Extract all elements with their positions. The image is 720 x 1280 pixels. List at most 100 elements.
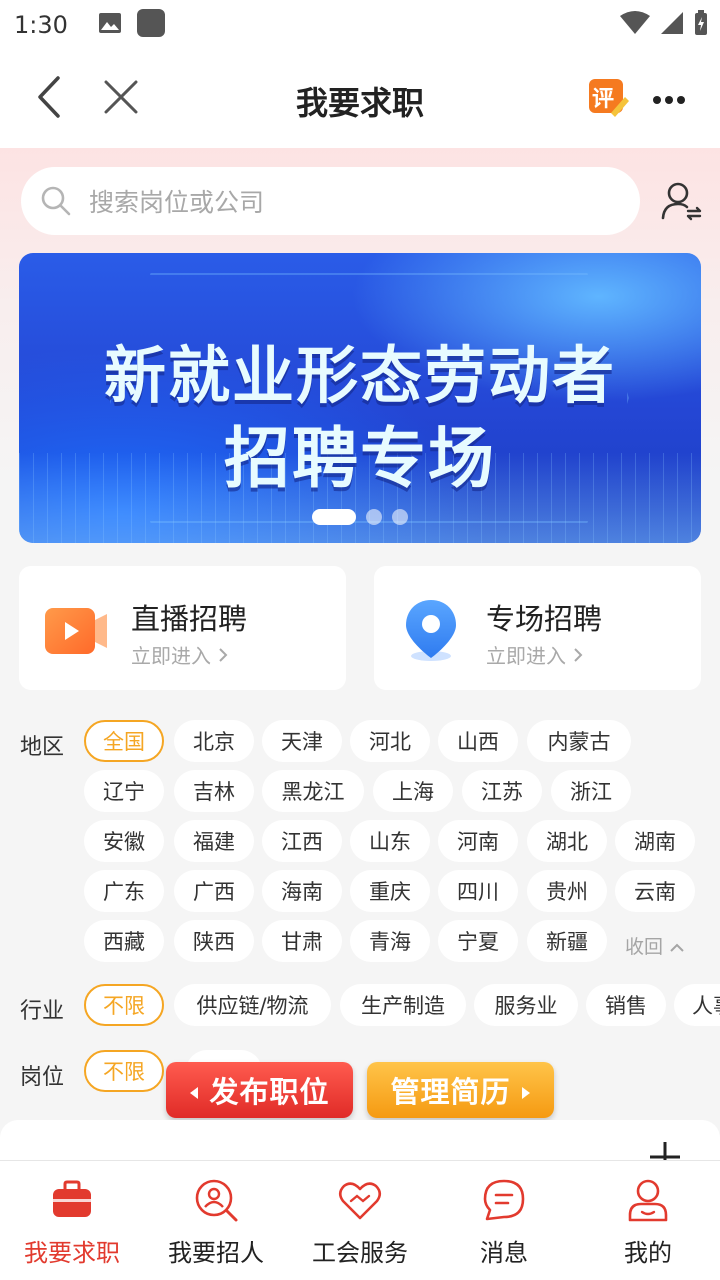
region-chip[interactable]: 上海 [373,770,453,812]
region-chip[interactable]: 湖北 [527,820,607,862]
banner-dot[interactable] [366,509,382,525]
more-dots-icon [652,90,686,109]
battery-icon [694,10,708,40]
region-chip-selected[interactable]: 全国 [84,720,164,762]
video-play-icon [43,598,109,664]
live-recruitment-title: 直播招聘 [131,602,248,636]
region-chip[interactable]: 江西 [262,820,342,862]
wifi-icon [620,11,650,39]
publish-job-label: 发布职位 [209,1075,330,1109]
industry-chip-selected[interactable]: 不限 [84,984,164,1026]
special-recruitment-title: 专场招聘 [486,602,603,636]
region-chip[interactable]: 云南 [615,870,695,912]
region-chip[interactable]: 黑龙江 [262,770,364,812]
gallery-notification-icon [98,12,122,38]
heart-handshake-icon [337,1177,383,1223]
tab-union-service[interactable]: 工会服务 [288,1161,432,1280]
banner-dot[interactable] [392,509,408,525]
search-input[interactable]: 搜索岗位或公司 [89,183,264,219]
region-chip[interactable]: 西藏 [84,920,164,962]
banner-dot[interactable] [312,509,356,525]
region-chip[interactable]: 宁夏 [438,920,518,962]
review-badge-text: 评 [592,87,615,112]
manage-resume-label: 管理简历 [390,1075,511,1109]
collapse-regions-button[interactable]: 收回 [625,932,685,959]
region-chip[interactable]: 海南 [262,870,342,912]
tab-profile[interactable]: 我的 [576,1161,720,1280]
region-chip[interactable]: 重庆 [350,870,430,912]
region-chip[interactable]: 陕西 [174,920,254,962]
status-time: 1:30 [14,11,68,39]
tab-label: 我要求职 [24,1239,120,1267]
region-chip[interactable]: 新疆 [527,920,607,962]
region-chip[interactable]: 广东 [84,870,164,912]
industry-chip[interactable]: 销售 [586,984,666,1026]
tab-job-seeking[interactable]: 我要求职 [0,1161,144,1280]
chevron-up-icon [669,936,685,958]
region-chip[interactable]: 广西 [174,870,254,912]
region-chip[interactable]: 河北 [350,720,430,762]
chevron-right-icon [217,644,229,668]
special-recruitment-card[interactable]: 专场招聘 立即进入 [374,566,701,690]
region-chip[interactable]: 天津 [262,720,342,762]
briefcase-icon [49,1177,95,1223]
industry-chip[interactable]: 供应链/物流 [174,984,331,1026]
region-chip[interactable]: 湖南 [615,820,695,862]
special-recruitment-subtitle: 立即进入 [486,640,584,669]
region-chip[interactable]: 青海 [350,920,430,962]
recruit-search-icon [193,1177,239,1223]
location-pin-icon [398,598,464,664]
region-filter-label: 地区 [20,735,65,760]
manage-resume-button[interactable]: 管理简历 [367,1062,554,1118]
region-chip[interactable]: 吉林 [174,770,254,812]
tab-label: 我的 [624,1239,672,1267]
banner-pagination [19,509,701,525]
region-chip[interactable]: 辽宁 [84,770,164,812]
promo-banner[interactable]: 新就业形态劳动者 招聘专场 [19,253,701,543]
industry-chip[interactable]: 生产制造 [340,984,466,1026]
app-notification-icon [136,8,166,42]
collapse-label: 收回 [625,936,664,958]
region-chip[interactable]: 河南 [438,820,518,862]
industry-chip[interactable]: 服务业 [474,984,578,1026]
profile-icon [625,1177,671,1223]
region-chip[interactable]: 福建 [174,820,254,862]
region-chip[interactable]: 甘肃 [262,920,342,962]
enter-now-label: 立即进入 [131,644,211,668]
tab-label: 我要招人 [168,1239,264,1267]
chevron-right-icon [572,644,584,668]
person-switch-icon [660,182,704,228]
region-chip[interactable]: 安徽 [84,820,164,862]
region-chip[interactable]: 山西 [438,720,518,762]
nav-bar: 我要求职 评 [0,50,720,148]
bottom-tab-bar: 我要求职 我要招人 工会服务 消息 我的 [0,1160,720,1280]
region-chip[interactable]: 山东 [350,820,430,862]
enter-now-label: 立即进入 [486,644,566,668]
more-button[interactable] [646,76,692,122]
caret-left-icon [189,1073,199,1107]
tab-label: 消息 [480,1239,528,1267]
region-chip[interactable]: 江苏 [462,770,542,812]
tab-messages[interactable]: 消息 [432,1161,576,1280]
tab-recruit[interactable]: 我要招人 [144,1161,288,1280]
region-chip[interactable]: 北京 [174,720,254,762]
region-chip[interactable]: 四川 [438,870,518,912]
tab-label: 工会服务 [312,1239,408,1267]
live-recruitment-subtitle: 立即进入 [131,640,229,669]
industry-chip[interactable]: 人事 [674,984,720,1026]
identity-switch-button[interactable] [660,180,704,224]
publish-job-button[interactable]: 发布职位 [166,1062,353,1118]
search-bar[interactable]: 搜索岗位或公司 [21,167,640,235]
live-recruitment-card[interactable]: 直播招聘 立即进入 [19,566,346,690]
review-pencil-icon: 评 [587,77,631,121]
status-bar: 1:30 [0,0,720,50]
banner-subheadline: 招聘专场 [224,420,496,497]
region-chip[interactable]: 内蒙古 [527,720,631,762]
region-chip[interactable]: 浙江 [551,770,631,812]
review-button[interactable]: 评 [586,76,632,122]
banner-headline: 新就业形态劳动者 [103,339,616,412]
region-chip[interactable]: 贵州 [527,870,607,912]
search-icon [41,186,71,216]
signal-icon [660,11,684,39]
position-chip-selected[interactable]: 不限 [84,1050,164,1092]
